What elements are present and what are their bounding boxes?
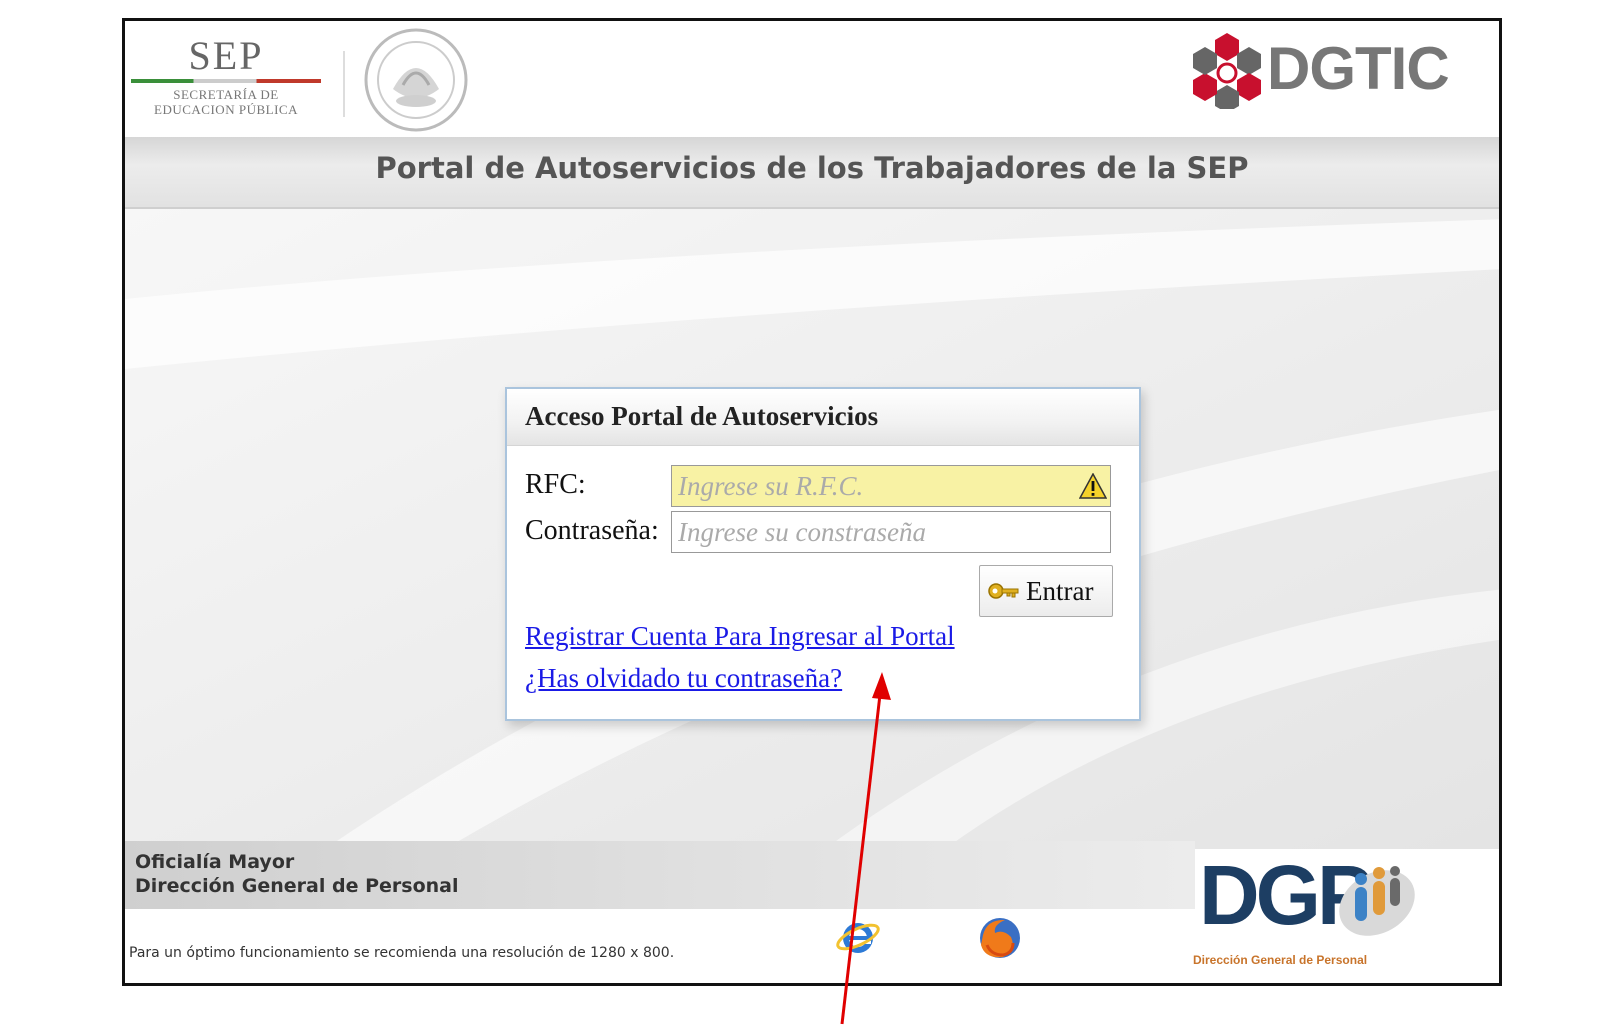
page-header: SEP SECRETARÍA DE EDUCACION PÚBLICA DGTI… xyxy=(125,21,1499,139)
footer-line1: Oficialía Mayor xyxy=(135,851,295,873)
dgtic-logo: DGTIC xyxy=(1187,29,1450,109)
sep-logo-line2: EDUCACION PÚBLICA xyxy=(154,102,298,117)
header-divider xyxy=(343,51,345,117)
dgtic-wordmark: DGTIC xyxy=(1267,35,1450,102)
warning-icon xyxy=(1079,473,1107,499)
key-icon xyxy=(988,583,1019,599)
title-band: Portal de Autoservicios de los Trabajado… xyxy=(125,137,1499,209)
internet-explorer-icon[interactable] xyxy=(835,913,881,959)
rfc-input[interactable] xyxy=(671,465,1111,507)
dgp-people-icon xyxy=(1339,866,1415,936)
sep-logo: SEP SECRETARÍA DE EDUCACION PÚBLICA xyxy=(131,35,321,127)
dgtic-hexagon-icon xyxy=(1193,33,1261,109)
login-panel: Acceso Portal de Autoservicios RFC: Cont… xyxy=(505,387,1141,721)
resolution-recommendation: Para un óptimo funcionamiento se recomie… xyxy=(129,945,675,961)
dgp-caption: Dirección General de Personal xyxy=(1193,953,1368,967)
mexican-seal-icon xyxy=(364,28,468,132)
login-panel-title: Acceso Portal de Autoservicios xyxy=(525,401,879,431)
dgp-logo: DGP Dirección General de Personal xyxy=(1193,841,1423,983)
entrar-button[interactable]: Entrar xyxy=(979,565,1113,617)
sep-logo-tricolor-bar xyxy=(131,79,321,83)
browser-frame: SEP SECRETARÍA DE EDUCACION PÚBLICA DGTI… xyxy=(122,18,1502,986)
forgot-password-link[interactable]: ¿Has olvidado tu contraseña? xyxy=(525,663,842,694)
entrar-button-label: Entrar xyxy=(1026,576,1094,606)
footer-band: Oficialía Mayor Dirección General de Per… xyxy=(125,841,1195,909)
register-account-link[interactable]: Registrar Cuenta Para Ingresar al Portal xyxy=(525,621,955,652)
footer-line2: Dirección General de Personal xyxy=(135,875,459,897)
rfc-label: RFC: xyxy=(525,469,586,500)
page-title: Portal de Autoservicios de los Trabajado… xyxy=(375,151,1249,185)
sep-logo-line1: SECRETARÍA DE xyxy=(173,87,279,102)
login-panel-header: Acceso Portal de Autoservicios xyxy=(507,389,1139,446)
sep-logo-word: SEP xyxy=(188,33,264,78)
firefox-icon[interactable] xyxy=(977,915,1023,961)
password-input[interactable] xyxy=(671,511,1111,553)
password-label: Contraseña: xyxy=(525,515,659,546)
